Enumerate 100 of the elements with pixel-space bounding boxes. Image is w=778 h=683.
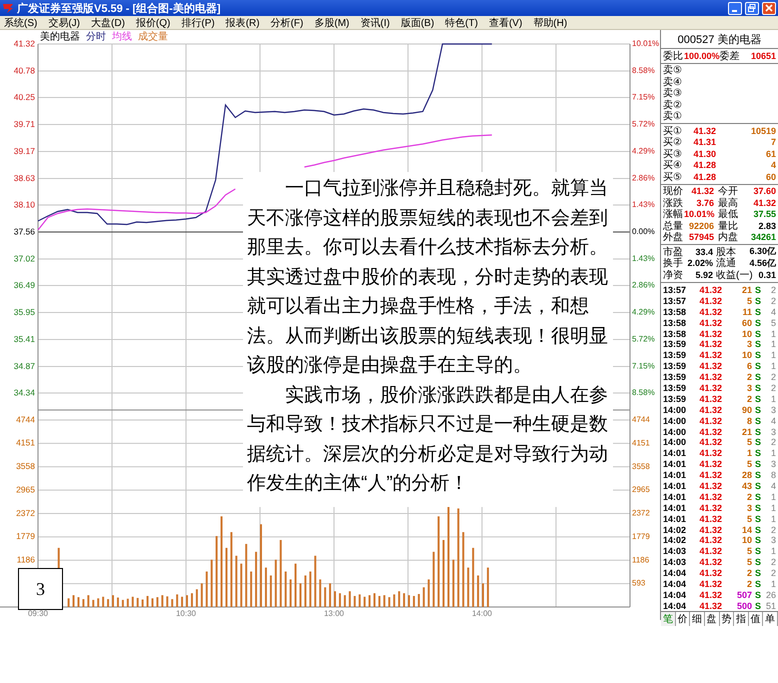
panel-tab[interactable]: 单 [763,612,778,626]
trade-volume: 5 [746,514,752,524]
trade-side: S [754,318,761,328]
restore-button[interactable] [745,2,759,14]
bid-volume: 60 [764,172,776,182]
trade-price: 41.32 [698,568,722,578]
axis-label: 10.01% [632,39,660,48]
menu-item[interactable]: 分析(F) [266,16,310,30]
minimize-button[interactable] [728,2,742,14]
quote-label: 涨跌 [663,196,684,209]
panel-tab[interactable]: 盘 [704,612,720,626]
trade-volume: 10 [740,535,752,546]
trade-price: 41.32 [698,394,722,404]
quote-value: 0.31 [757,270,776,280]
trade-price: 41.32 [698,535,722,546]
quote-value: 3.76 [695,198,714,208]
trade-count: 2 [770,296,776,306]
menu-item[interactable]: 报价(Q) [132,16,178,30]
menu-item[interactable]: 资讯(I) [356,16,397,30]
trade-time: 13:57 [663,296,688,306]
trade-time: 14:00 [663,426,688,437]
menu-item[interactable]: 特色(T) [441,16,485,30]
menu-item[interactable]: 大盘(D) [87,16,132,30]
axis-label: 1.43% [632,254,655,264]
panel-tab[interactable]: 价 [676,612,690,626]
trade-count: 3 [770,404,776,415]
trade-side: S [754,426,761,437]
legend-label: 分时 [86,32,106,43]
menu-item[interactable]: 帮助(H) [529,16,574,30]
trade-volume: 1 [746,448,752,458]
panel-tab[interactable]: 势 [720,612,734,626]
menu-item[interactable]: 多股(M) [310,16,356,30]
trade-count: 1 [770,339,776,350]
axis-label: 2.86% [632,174,655,183]
trade-count: 1 [770,502,776,513]
trade-price: 41.32 [698,600,722,611]
trade-price: 41.32 [698,459,722,470]
axis-label: 38.10 [14,199,35,210]
axis-label: 4.29% [632,146,655,156]
trade-side: S [754,448,761,458]
trade-side: S [754,372,761,382]
bid-label: 买④ [663,159,683,172]
trade-time: 14:01 [663,502,688,513]
trade-side: S [754,557,761,568]
menu-item[interactable]: 查看(V) [484,16,530,30]
axis-label: 1186 [16,554,35,564]
menu-item[interactable]: 交易(J) [44,16,88,30]
trade-count: 2 [770,382,776,393]
axis-label: 8.58% [632,66,655,76]
axis-label: 14:00 [472,609,492,618]
trade-count: 1 [770,514,776,524]
quote-label: 市盈 [663,246,683,258]
trade-volume: 2 [746,578,752,589]
menu-item[interactable]: 系统(S) [0,16,44,30]
trade-price: 41.32 [698,514,722,524]
menu-item[interactable]: 版面(B) [396,16,442,30]
quote-value: 34261 [750,232,776,242]
quote-value: 10.01% [684,209,714,220]
trade-time: 13:58 [663,318,688,328]
quote-value: 5.92 [694,270,713,280]
axis-label: 35.41 [14,334,35,344]
trade-price: 41.32 [698,328,722,338]
trade-count: 1 [770,328,776,338]
axis-label: 39.17 [14,146,35,156]
panel-tab[interactable]: 指 [734,612,749,626]
trade-side: S [754,404,761,415]
bid-price: 41.28 [692,172,716,182]
close-button[interactable] [762,2,776,14]
panel-tab[interactable]: 值 [748,612,764,626]
bid-label: 买③ [663,148,683,160]
trade-side: S [754,306,761,317]
trade-count: 51 [764,600,776,611]
axis-label: 40.78 [14,65,35,76]
trade-count: 2 [770,524,776,535]
quote-value: 2.83 [757,220,776,231]
trade-time: 14:00 [663,416,688,426]
trade-time: 14:03 [663,557,688,568]
trade-volume: 60 [740,318,752,328]
trade-volume: 3 [746,339,752,350]
quote-value: 41.32 [690,186,714,196]
axis-label: 37.56 [14,226,35,236]
trade-side: S [754,578,761,589]
trade-count: 26 [764,590,776,600]
panel-tab[interactable]: 细 [690,612,705,626]
quote-label: 今开 [718,185,739,198]
trade-side: S [754,361,761,372]
menu-item[interactable]: 排行(P) [177,16,222,30]
menu-item[interactable]: 报表(R) [222,16,267,30]
ask-label: 卖④ [663,76,682,88]
bid-volume: 10519 [750,126,776,136]
trade-volume: 11 [741,306,752,317]
panel-tab[interactable]: 笔 [661,612,676,626]
axis-label: 2372 [632,508,650,518]
trade-price: 41.32 [698,590,722,600]
trade-volume: 5 [746,557,752,568]
trade-count: 3 [770,459,776,470]
quote-label: 最低 [718,208,739,220]
axis-label: 593 [632,578,646,588]
trade-side: S [754,568,761,578]
stock-title: 000527 美的电器 [661,30,778,49]
